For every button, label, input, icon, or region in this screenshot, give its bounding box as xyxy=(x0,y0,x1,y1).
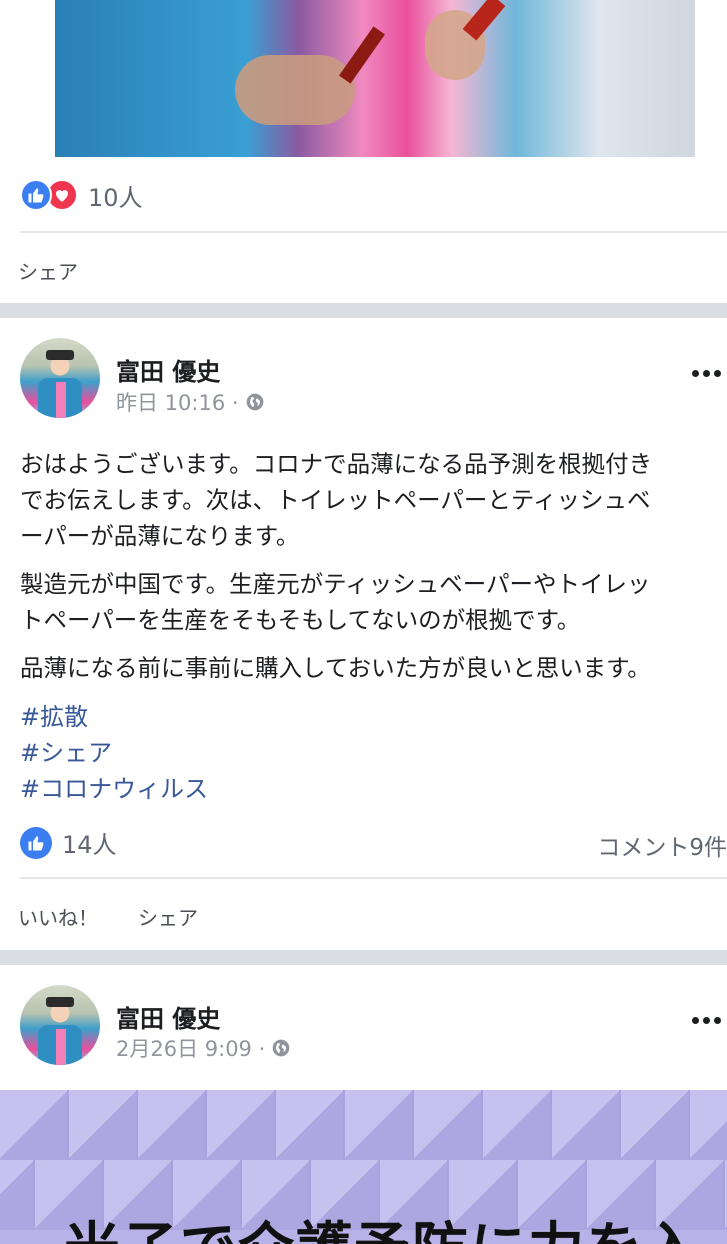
more-options-icon[interactable] xyxy=(692,370,721,377)
post-reactions[interactable]: 14人 xyxy=(20,825,117,860)
image-headline: 米子で介護予防に力を入 xyxy=(64,1204,702,1244)
post-header: 富田 優史 昨日 10:16 · xyxy=(20,338,727,422)
previous-post-reactions[interactable]: 10人 xyxy=(20,177,143,213)
previous-post-photo[interactable] xyxy=(55,0,695,157)
more-options-icon[interactable] xyxy=(692,1017,721,1024)
like-icon xyxy=(20,826,52,859)
post-paragraph: おはようございます。コロナで品薄になる品予測を根拠付き でお伝えします。次は、ト… xyxy=(20,450,653,550)
avatar[interactable] xyxy=(20,338,100,418)
reaction-count: 10人 xyxy=(88,183,143,212)
author-name[interactable]: 富田 優史 xyxy=(116,352,220,387)
feed-separator xyxy=(0,950,727,965)
hashtag-link[interactable]: #拡散 xyxy=(20,697,88,732)
like-button[interactable]: いいね！ xyxy=(18,902,98,931)
feed-separator xyxy=(0,303,727,318)
post-header: 富田 優史 2月26日 9:09 · xyxy=(20,985,727,1069)
hashtag-link[interactable]: #コロナウィルス xyxy=(20,769,208,804)
post-meta: 2月26日 9:09 · xyxy=(116,1033,291,1063)
avatar[interactable] xyxy=(20,985,100,1065)
post-paragraph: 品薄になる前に事前に購入しておいた方が良いと思います。 xyxy=(20,654,651,682)
globe-icon xyxy=(246,393,263,411)
hashtag-link[interactable]: #シェア xyxy=(20,733,112,768)
divider xyxy=(20,877,727,879)
post-meta: 昨日 10:16 · xyxy=(116,387,265,417)
post-time[interactable]: 昨日 10:16 · xyxy=(116,387,239,417)
author-name[interactable]: 富田 優史 xyxy=(116,999,220,1034)
globe-icon xyxy=(272,1039,290,1057)
comment-count[interactable]: コメント9件 xyxy=(597,828,727,862)
post-image[interactable]: 米子で介護予防に力を入 xyxy=(0,1090,727,1244)
post-paragraph: 製造元が中国です。生産元がティッシュベーパーやトイレッ トペーパーを生産をそもそ… xyxy=(20,570,651,634)
reaction-count: 14人 xyxy=(62,831,117,859)
post-time[interactable]: 2月26日 9:09 · xyxy=(116,1033,265,1063)
share-button[interactable]: シェア xyxy=(138,902,198,931)
share-button[interactable]: シェア xyxy=(18,256,78,285)
like-icon xyxy=(20,179,52,211)
divider xyxy=(20,231,727,233)
